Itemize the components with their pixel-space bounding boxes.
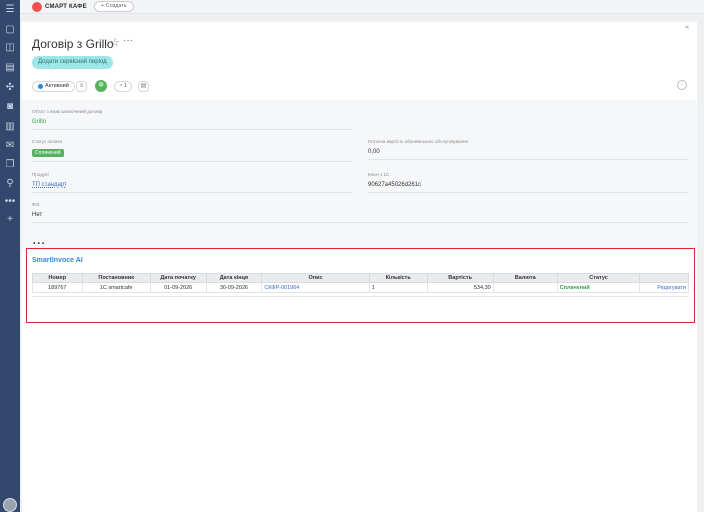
field-label: Поточна вартість абонемського обслуговув… — [368, 139, 468, 144]
avatar[interactable] — [3, 498, 17, 512]
column-header: Статус — [556, 273, 641, 283]
calendar-icon[interactable]: ▤ — [4, 62, 16, 74]
field-value: Нет — [32, 212, 43, 218]
field-label: ФІЗ — [32, 202, 40, 207]
status-label: Активний — [45, 83, 69, 89]
description-link[interactable]: СКФР-001964 — [264, 285, 299, 291]
divider — [32, 296, 689, 297]
list-icon[interactable]: ≡ — [76, 81, 87, 92]
status-pill[interactable]: Активний — [32, 81, 75, 92]
status-badge: Сплачений — [32, 149, 64, 157]
divider — [32, 192, 352, 193]
column-header: Постановник — [81, 273, 151, 283]
column-header — [639, 273, 689, 283]
divider — [368, 192, 688, 193]
field-current-cost: Поточна вартість абонемського обслуговув… — [368, 139, 688, 160]
field-value[interactable]: ТП стандарт — [32, 182, 352, 188]
camera-icon[interactable]: ◙ — [4, 101, 16, 113]
field-label: Об'єкт з яким заключений договір — [32, 109, 103, 114]
cell-description: СКФР-001964 — [261, 282, 370, 293]
chart-icon[interactable]: ▥ — [4, 121, 16, 133]
more-fields[interactable]: ... — [32, 231, 45, 249]
checklist-count[interactable]: ◔ 1 — [114, 81, 132, 92]
column-header: Валюта — [492, 273, 558, 283]
cell-action: Редагувати — [639, 282, 689, 293]
field-value: 90627a45026d261c — [368, 182, 422, 188]
cell-currency — [492, 282, 558, 293]
cell-start-date: 01-09-2026 — [149, 282, 207, 293]
copy-icon[interactable]: ❐ — [4, 159, 16, 171]
menu-icon[interactable]: ☰ — [4, 4, 16, 16]
cell-number: 189767 — [32, 282, 83, 293]
column-header: Дата кінця — [205, 273, 263, 283]
add-service-period-button[interactable]: Додати сервісний період — [32, 56, 113, 69]
smart-invoice-section: SmartInvoce AI Номер Постановник Дата по… — [26, 248, 695, 323]
field-object: Об'єкт з яким заключений договір Grillo — [32, 109, 352, 130]
more-icon[interactable]: ••• — [4, 196, 16, 208]
divider — [32, 161, 352, 162]
top-bar: СМАРТ КАФЕ + Создать — [20, 0, 704, 14]
field-product: Продукт ТП стандарт — [32, 172, 352, 193]
status-dot-icon — [38, 84, 43, 89]
cell-quantity: 1 — [368, 282, 428, 293]
field-key-1c: Ключ з 1С 90627a45026d261c — [368, 172, 688, 193]
divider — [32, 129, 352, 130]
column-header: Опис — [261, 273, 370, 283]
field-value[interactable]: Grillo — [32, 119, 352, 125]
left-sidebar: ☰ ▢ ◫ ▤ ✣ ◙ ▥ ✉ ❐ ⚲ ••• + — [0, 0, 20, 512]
field-payment-status: Статус оплати Сплачений — [32, 139, 352, 162]
create-button[interactable]: + Создать — [94, 1, 134, 12]
owner-avatar[interactable]: Ф — [95, 80, 107, 92]
plus-icon[interactable]: + — [4, 214, 16, 226]
logo-icon — [32, 2, 42, 12]
cell-provider: 1С smartcafe — [81, 282, 151, 293]
table-row: 189767 1С smartcafe 01-09-2026 30-09-202… — [32, 282, 689, 293]
document-icon[interactable]: ▤ — [138, 81, 149, 92]
cell-end-date: 30-09-2026 — [205, 282, 263, 293]
column-header: Номер — [32, 273, 83, 283]
run-icon[interactable]: ✣ — [4, 82, 16, 94]
divider — [32, 222, 688, 223]
column-header: Кількість — [368, 273, 428, 283]
cell-cost: 534,30 — [426, 282, 494, 293]
collapse-icon[interactable]: « — [685, 24, 689, 31]
star-icon[interactable]: ☆ — [110, 36, 120, 49]
paid-status: Сплачений — [559, 284, 590, 291]
card-header: « Договір з Grillo ☆ ··· Додати сервісни… — [22, 22, 697, 84]
field-label: Продукт — [32, 172, 50, 177]
cell-status: Сплачений — [556, 282, 641, 293]
column-header: Вартість — [426, 273, 494, 283]
chat-icon[interactable]: ◌ — [677, 80, 687, 90]
mail-icon[interactable]: ✉ — [4, 140, 16, 152]
column-header: Дата початку — [149, 273, 207, 283]
brand-name: СМАРТ КАФЕ — [45, 4, 87, 10]
field-label: Ключ з 1С — [368, 172, 390, 177]
section-title: SmartInvoce AI — [32, 257, 83, 264]
field-value: 0,00 — [368, 149, 380, 155]
page-title: Договір з Grillo — [32, 37, 114, 51]
status-row: Активний ≡ Ф ◔ 1 ▤ ◌ — [22, 80, 697, 94]
more-options-icon[interactable]: ··· — [123, 35, 133, 46]
invoice-table: Номер Постановник Дата початку Дата кінц… — [32, 273, 689, 293]
divider — [368, 159, 688, 160]
link-icon[interactable]: ⚲ — [4, 178, 16, 190]
book-icon[interactable]: ▢ — [4, 24, 16, 36]
brand-logo[interactable]: СМАРТ КАФЕ — [32, 2, 87, 12]
table-header-row: Номер Постановник Дата початку Дата кінц… — [32, 273, 689, 283]
basket-icon[interactable]: ◫ — [4, 42, 16, 54]
contract-card: « Договір з Grillo ☆ ··· Додати сервісни… — [22, 22, 697, 512]
field-fiz: ФІЗ Нет — [32, 202, 688, 223]
fields-section: Об'єкт з яким заключений договір Grillo … — [22, 100, 697, 250]
field-label: Статус оплати — [32, 139, 63, 144]
edit-link[interactable]: Редагувати — [657, 285, 686, 291]
